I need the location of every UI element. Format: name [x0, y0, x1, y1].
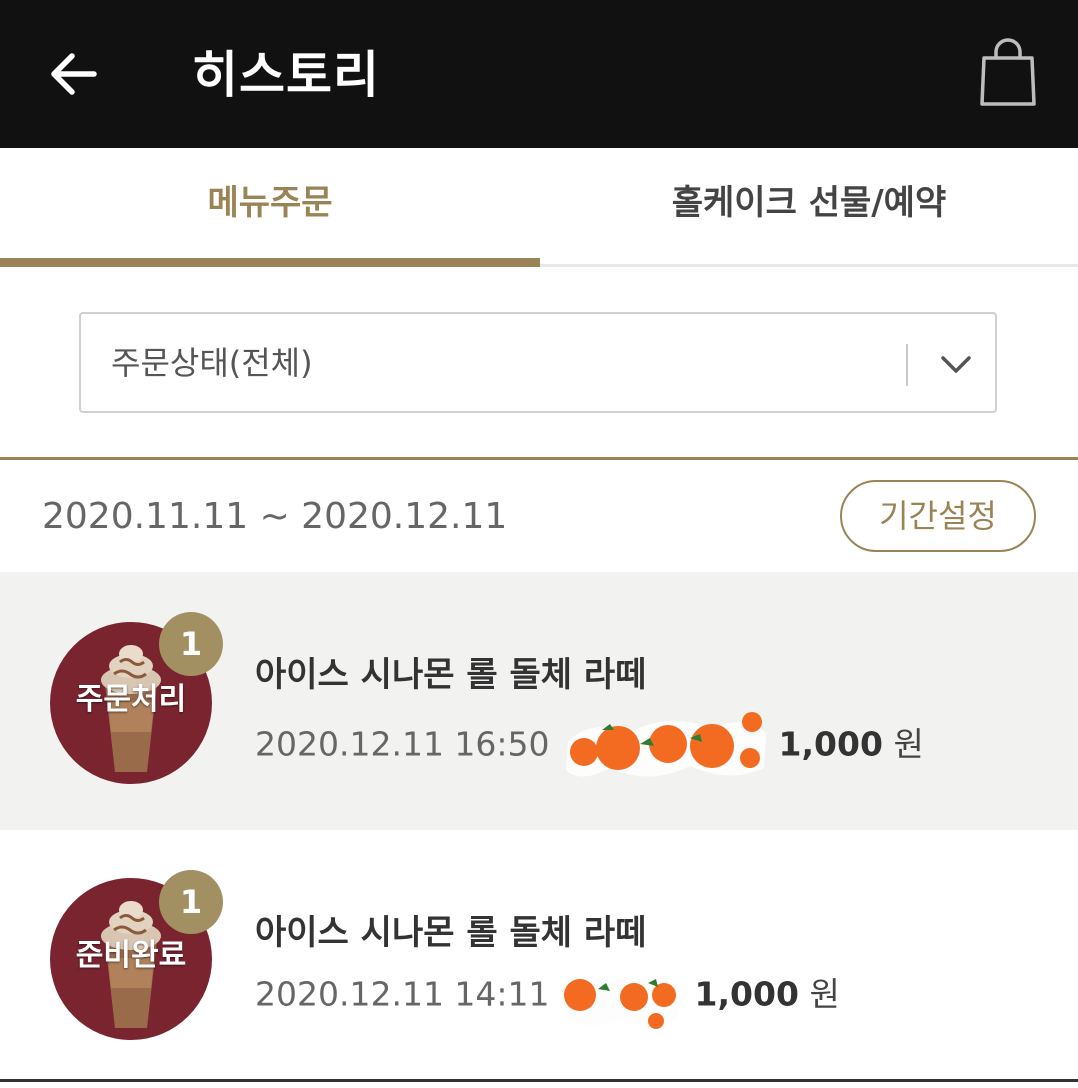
arrow-left-icon: [51, 53, 97, 95]
order-product-name: 아이스 시나몬 롤 돌체 라떼: [255, 655, 647, 695]
chevron-down-icon: [941, 356, 971, 373]
select-divider: [906, 344, 908, 386]
tab-whole-cake[interactable]: 홀케이크 선물/예약: [540, 178, 1078, 228]
order-status-value: 주문상태(전체): [111, 344, 313, 382]
app-header: 히스토리: [0, 0, 1078, 148]
tab-divider: [540, 264, 1078, 267]
order-price: 1,000: [694, 974, 799, 1014]
back-button[interactable]: [46, 46, 102, 102]
order-status-label: 주문처리: [75, 682, 187, 717]
quantity-badge: 1: [159, 870, 223, 934]
shopping-bag-icon: [980, 38, 1036, 106]
section-divider: [0, 457, 1078, 460]
date-range: 2020.11.11 ~ 2020.12.11: [42, 496, 508, 537]
redaction-sticker: [560, 961, 684, 1031]
order-product-name: 아이스 시나몬 롤 돌체 라떼: [255, 913, 647, 953]
order-item[interactable]: 준비완료 1 아이스 시나몬 롤 돌체 라떼 2020.12.11 14:11 …: [0, 830, 1078, 1088]
active-tab-indicator: [0, 258, 540, 267]
order-status-select[interactable]: 주문상태(전체): [79, 312, 997, 413]
order-status-label: 준비완료: [75, 938, 187, 973]
tab-menu-order[interactable]: 메뉴주문: [0, 178, 540, 228]
order-meta: 2020.12.11 16:50 1,000 원: [255, 704, 924, 788]
quantity-badge: 1: [159, 612, 223, 676]
page-title: 히스토리: [192, 46, 380, 104]
order-currency: 원: [893, 724, 924, 764]
redaction-sticker: [560, 704, 768, 788]
order-price: 1,000: [778, 724, 883, 764]
order-meta: 2020.12.11 14:11 1,000 원: [255, 961, 840, 1031]
order-currency: 원: [809, 974, 840, 1014]
history-tabs: 메뉴주문 홀케이크 선물/예약: [0, 148, 1078, 270]
order-item[interactable]: 주문처리 1 아이스 시나몬 롤 돌체 라떼 2020.12.11 16:50 …: [0, 572, 1078, 830]
period-setting-button[interactable]: 기간설정: [840, 480, 1036, 552]
order-datetime: 2020.12.11 16:50: [255, 724, 550, 764]
order-datetime: 2020.12.11 14:11: [255, 974, 550, 1014]
cart-button[interactable]: [974, 38, 1042, 110]
